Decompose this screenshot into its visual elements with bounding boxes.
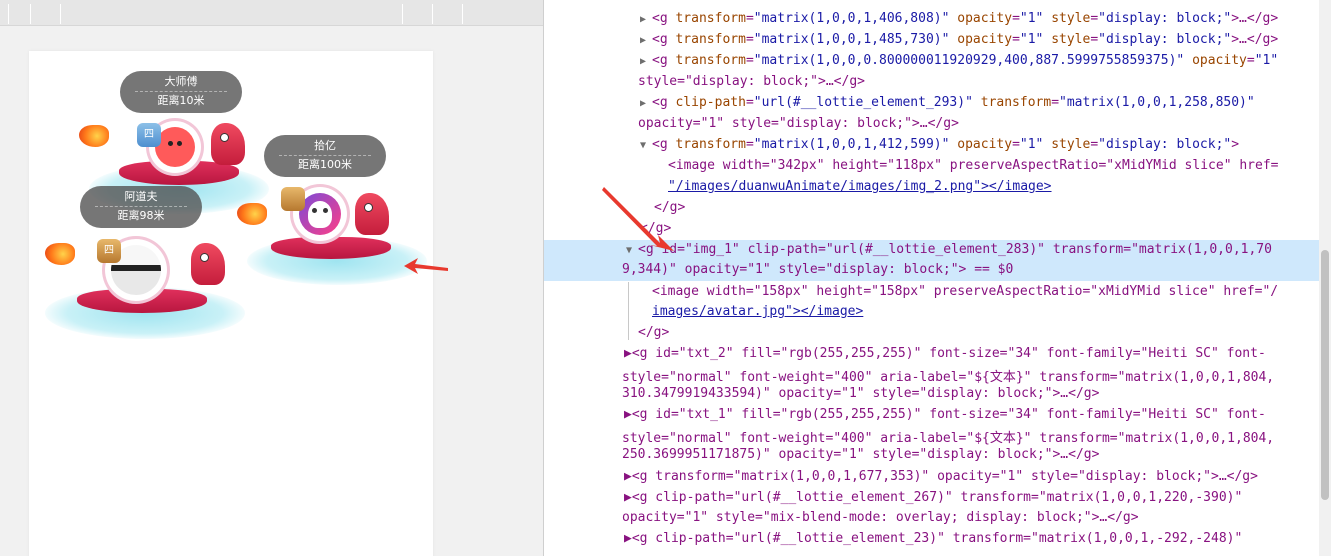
flame-icon bbox=[79, 125, 109, 147]
selected-node-line-2: 9,344)" opacity="1" style="display: bloc… bbox=[622, 262, 1014, 277]
flame-icon bbox=[237, 203, 267, 225]
dragon-boat-2[interactable] bbox=[227, 179, 427, 285]
bubble-divider bbox=[135, 91, 227, 92]
flame-icon bbox=[45, 243, 75, 265]
annotation-arrow-icon bbox=[602, 187, 674, 251]
dragon-boat-3[interactable]: 四 bbox=[45, 233, 245, 339]
closing-tag: </g> bbox=[640, 221, 672, 236]
rank-badge: 四 bbox=[137, 123, 161, 147]
closing-tag: </g> bbox=[638, 325, 670, 340]
dragon-head-icon bbox=[211, 123, 245, 165]
dom-node-row[interactable]: ▼ <g transform="matrix(1,0,0,1,412,599)" … bbox=[640, 137, 1331, 152]
ruler-tick bbox=[432, 4, 433, 24]
dom-node-row-continued: style="normal" font-weight="400" aria-la… bbox=[622, 370, 1275, 385]
image-node-row[interactable]: <image width="158px" height="158px" pres… bbox=[652, 284, 1331, 299]
dom-node-row-continued: opacity="1" style="display: block;">…</g… bbox=[638, 116, 959, 131]
closing-tag: </g> bbox=[654, 200, 686, 215]
page-preview: 四 四 大师傅 距离10米 拾亿 距离100米 阿道夫 距离98米 bbox=[0, 0, 543, 556]
annotation-arrow-icon bbox=[404, 258, 448, 274]
dragon-head-icon bbox=[191, 243, 225, 285]
dom-node-row-continued: 310.3479919433594)" opacity="1" style="d… bbox=[622, 386, 1100, 401]
ruler-tick bbox=[402, 4, 403, 24]
dom-node-row[interactable]: ▶ <g transform="matrix(1,0,0,0.8000000119… bbox=[640, 53, 1331, 68]
dom-node-row[interactable]: ▶<g clip-path="url(#__lottie_element_267… bbox=[624, 490, 1331, 505]
dom-node-row[interactable]: ▶ <g transform="matrix(1,0,0,1,485,730)" … bbox=[640, 32, 1331, 47]
user-name: 大师傅 bbox=[164, 75, 198, 88]
collapse-triangle-icon[interactable]: ▼ bbox=[640, 140, 652, 151]
image-href-link[interactable]: images/avatar.jpg"></image> bbox=[652, 304, 1331, 319]
image-node-row[interactable]: <image width="342px" height="118px" pres… bbox=[668, 158, 1331, 173]
image-href-link[interactable]: "/images/duanwuAnimate/images/img_2.png"… bbox=[668, 179, 1331, 194]
expand-triangle-icon[interactable]: ▶ bbox=[640, 98, 652, 109]
dom-node-row[interactable]: ▶<g id="txt_2" fill="rgb(255,255,255)" f… bbox=[624, 346, 1331, 361]
bubble-divider bbox=[279, 155, 371, 156]
scrollbar-thumb[interactable] bbox=[1321, 250, 1329, 500]
boat-hull bbox=[271, 237, 391, 259]
ruler-tick bbox=[30, 4, 31, 24]
avatar-image bbox=[155, 127, 195, 167]
dom-node-row-continued: opacity="1" style="mix-blend-mode: overl… bbox=[622, 510, 1139, 525]
dom-node-row[interactable]: ▶ <g transform="matrix(1,0,0,1,406,808)" … bbox=[640, 11, 1331, 26]
dom-node-row[interactable]: ▶<g id="txt_1" fill="rgb(255,255,255)" f… bbox=[624, 407, 1331, 422]
rank-badge: 四 bbox=[97, 239, 121, 263]
indent-guide bbox=[628, 282, 629, 340]
rank-badge bbox=[281, 187, 305, 211]
mobile-page-canvas: 四 四 大师傅 距离10米 拾亿 距离100米 阿道夫 距离98米 bbox=[29, 51, 433, 556]
dom-node-row[interactable]: ▶<g clip-path="url(#__lottie_element_23)… bbox=[624, 531, 1331, 546]
expand-triangle-icon[interactable]: ▶ bbox=[640, 56, 652, 67]
user-distance: 距离10米 bbox=[157, 94, 205, 107]
user-name-bubble: 大师傅 距离10米 bbox=[120, 71, 242, 113]
user-name-bubble: 阿道夫 距离98米 bbox=[80, 186, 202, 228]
user-name: 阿道夫 bbox=[124, 190, 158, 203]
preview-toolbar bbox=[0, 0, 543, 26]
bubble-divider bbox=[95, 206, 187, 207]
dragon-head-icon bbox=[355, 193, 389, 235]
user-name-bubble: 拾亿 距离100米 bbox=[264, 135, 386, 177]
ruler-tick bbox=[60, 4, 61, 24]
ghost-mascot-icon bbox=[308, 201, 332, 229]
expand-triangle-icon[interactable]: ▶ bbox=[640, 14, 652, 25]
ruler-tick bbox=[462, 4, 463, 24]
user-distance: 距离98米 bbox=[117, 209, 165, 222]
expand-triangle-icon[interactable]: ▶ bbox=[640, 35, 652, 46]
dom-node-row-continued: style="normal" font-weight="400" aria-la… bbox=[622, 431, 1275, 446]
dom-node-row[interactable]: ▶<g transform="matrix(1,0,0,1,677,353)" … bbox=[624, 469, 1331, 484]
user-distance: 距离100米 bbox=[298, 158, 352, 171]
dom-node-row-continued: 250.3699951171875)" opacity="1" style="d… bbox=[622, 447, 1100, 462]
dom-node-row-continued: style="display: block;">…</g> bbox=[638, 74, 865, 89]
selected-node-line-1[interactable]: ▼ <g id="img_1" clip-path="url(#__lottie_… bbox=[626, 242, 1331, 257]
dom-node-row[interactable]: ▶ <g clip-path="url(#__lottie_element_293… bbox=[640, 95, 1331, 110]
ruler-tick bbox=[8, 4, 9, 24]
devtools-elements-panel: ••• ▶<g transform="matrix(1,0,0,1,406,80… bbox=[544, 0, 1331, 556]
user-name: 拾亿 bbox=[314, 139, 336, 152]
avatar-image bbox=[299, 193, 341, 235]
